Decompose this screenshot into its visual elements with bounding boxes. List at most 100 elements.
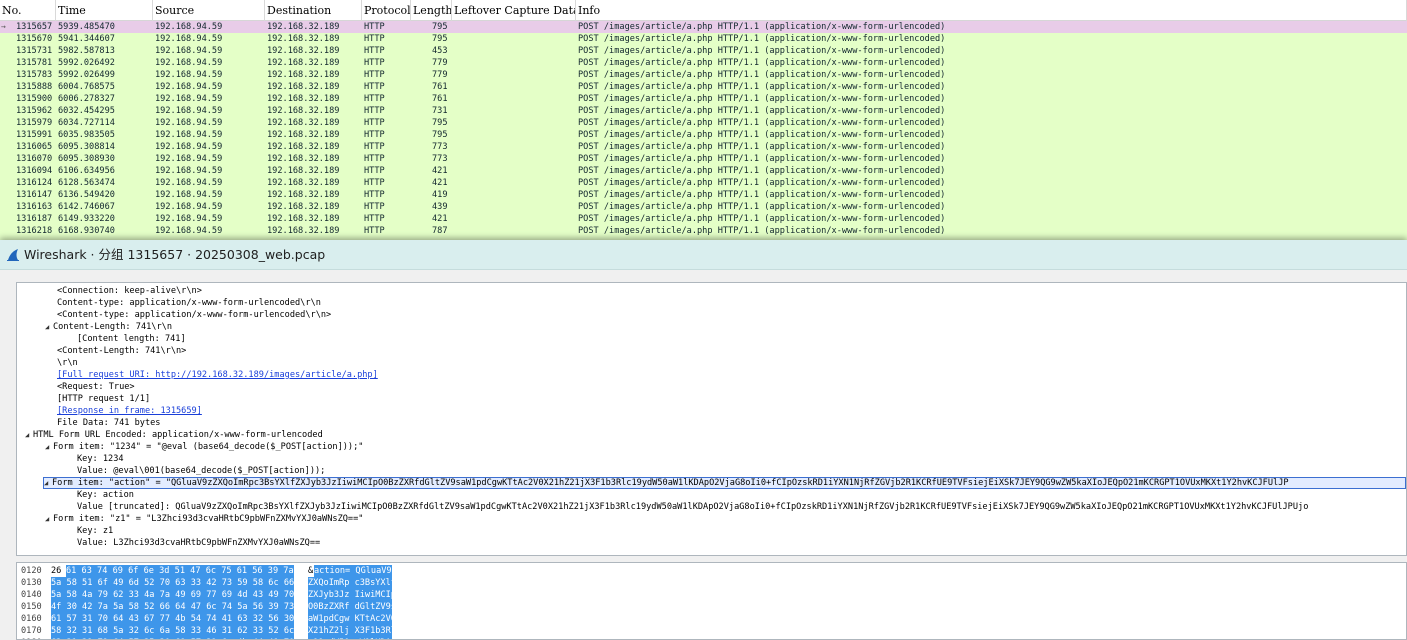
- column-header-leftover[interactable]: Leftover Capture Data: [452, 0, 576, 21]
- detail-row[interactable]: <Content-Length: 741\r\n>: [57, 345, 186, 357]
- packet-row[interactable]: 1315979 6034.727114 192.168.94.59 192.168.3…: [0, 117, 1407, 129]
- expand-twisty-icon[interactable]: ◢: [45, 513, 53, 525]
- column-header-destination[interactable]: Destination: [265, 0, 362, 21]
- packet-row[interactable]: 1315991 6035.983505 192.168.94.59 192.168.3…: [0, 129, 1407, 141]
- hex-ascii[interactable]: ZXQoImRp c3BsYXlf: [308, 577, 396, 589]
- packet-cell-source: 192.168.94.59: [155, 46, 223, 56]
- hex-row[interactable]: 0120 61 63 74 69 6f 6e 3d 51 47 6c 75 61 …: [17, 565, 1406, 577]
- detail-row[interactable]: ◢ Form item: "action" = "QGluaV9zZXQoImRp…: [43, 477, 1406, 489]
- detail-row[interactable]: <Connection: keep-alive\r\n>: [57, 285, 202, 297]
- packet-row[interactable]: 1316187 6149.933220 192.168.94.59 192.168.3…: [0, 213, 1407, 225]
- detail-row[interactable]: ◢ HTML Form URL Encoded: application/x-ww…: [25, 429, 323, 441]
- packet-cell-source: 192.168.94.59: [155, 106, 223, 116]
- packet-row[interactable]: → 1315657 5939.485470 192.168.94.59 192.168.…: [0, 21, 1407, 33]
- detail-row[interactable]: Key: action: [77, 489, 134, 501]
- hex-row[interactable]: 0140 5a 58 4a 79 62 33 4a 7a 49 69 77 69 …: [17, 589, 1406, 601]
- packet-row[interactable]: 1315888 6004.768575 192.168.94.59 192.168.3…: [0, 81, 1407, 93]
- detail-row[interactable]: Value: @eval\001(base64_decode($_POST[ac…: [77, 465, 325, 477]
- column-header-info[interactable]: Info: [576, 0, 1407, 21]
- hex-bytes[interactable]: 58 32 31 68 5a 32 6c 6a 58 33 46 31 62 3…: [51, 625, 294, 637]
- detail-row[interactable]: [Response in frame: 1315659]: [57, 405, 202, 417]
- packet-row[interactable]: 1315783 5992.026499 192.168.94.59 192.168.3…: [0, 69, 1407, 81]
- hex-row[interactable]: 0170 58 32 31 68 5a 32 6c 6a 58 33 46 31 …: [17, 625, 1406, 637]
- packet-cell-protocol: HTTP: [364, 70, 385, 80]
- packet-row[interactable]: 1316163 6142.746067 192.168.94.59 192.168.3…: [0, 201, 1407, 213]
- detail-row[interactable]: <Content-type: application/x-www-form-ur…: [57, 309, 331, 321]
- expand-twisty-icon[interactable]: ◢: [25, 429, 33, 441]
- packet-cell-time: 5941.344607: [58, 34, 115, 44]
- detail-row[interactable]: [Content length: 741]: [77, 333, 186, 345]
- packet-cell-info: POST /images/article/a.php HTTP/1.1 (app…: [578, 214, 946, 224]
- hex-row[interactable]: 0150 4f 30 42 7a 5a 58 52 66 64 47 6c 74 …: [17, 601, 1406, 613]
- packet-row[interactable]: 1315962 6032.454295 192.168.94.59 192.168.3…: [0, 105, 1407, 117]
- expand-twisty-icon[interactable]: ◢: [44, 478, 52, 488]
- packet-row[interactable]: 1315900 6006.278327 192.168.94.59 192.168.3…: [0, 93, 1407, 105]
- detail-row[interactable]: ◢ Form item: "z1" = "L3Zhci93d3cvaHRtbC9p…: [45, 513, 363, 525]
- packet-cell-protocol: HTTP: [364, 58, 385, 68]
- detail-row[interactable]: Value [truncated]: QGluaV9zZXQoImRpc3BsY…: [77, 501, 1308, 513]
- detail-link[interactable]: [Full request URI: http://192.168.32.189…: [57, 370, 378, 380]
- detail-row[interactable]: [Full request URI: http://192.168.32.189…: [57, 369, 378, 381]
- hex-ascii[interactable]: aW1pdCgw KTtAc2V0: [308, 613, 396, 625]
- expand-twisty-icon[interactable]: ◢: [45, 441, 53, 453]
- detail-text: <Content-Length: 741\r\n>: [57, 346, 187, 356]
- packet-row[interactable]: 1316218 6168.930740 192.168.94.59 192.168.3…: [0, 225, 1407, 237]
- detail-row[interactable]: <Request: True>: [57, 381, 135, 393]
- detail-row[interactable]: [HTTP request 1/1]: [57, 393, 150, 405]
- expand-twisty-icon[interactable]: ◢: [45, 321, 53, 333]
- packet-row[interactable]: 1315781 5992.026492 192.168.94.59 192.168.3…: [0, 57, 1407, 69]
- packet-cell-no: 1315657: [16, 22, 53, 32]
- hex-row[interactable]: 0130 5a 58 51 6f 49 6d 52 70 63 33 42 73 …: [17, 577, 1406, 589]
- packet-cell-destination: 192.168.32.189: [267, 82, 340, 92]
- packet-row[interactable]: 1315731 5982.587813 192.168.94.59 192.168.3…: [0, 45, 1407, 57]
- hex-ascii[interactable]: ZXJyb3Jz IiwiMCIp: [308, 589, 396, 601]
- packet-row[interactable]: 1316065 6095.308814 192.168.94.59 192.168.3…: [0, 141, 1407, 153]
- hex-offset: 0160: [21, 614, 42, 624]
- column-header-source[interactable]: Source: [153, 0, 265, 21]
- column-header-length[interactable]: Length: [411, 0, 452, 21]
- hex-ascii[interactable]: X21hZ2lj X3F1b3Rl: [308, 625, 396, 637]
- detail-row[interactable]: \r\n: [57, 357, 78, 369]
- column-header-no[interactable]: No.: [0, 0, 56, 21]
- packet-row[interactable]: 1316124 6128.563474 192.168.94.59 192.168.3…: [0, 177, 1407, 189]
- packet-cell-destination: 192.168.32.189: [267, 46, 340, 56]
- hex-bytes[interactable]: 61 63 74 69 6f 6e 3d 51 47 6c 75 61 56 3…: [66, 565, 294, 577]
- detail-row[interactable]: Key: 1234: [77, 453, 124, 465]
- packet-row[interactable]: 1316147 6136.549420 192.168.94.59 192.168.3…: [0, 189, 1407, 201]
- packet-cell-destination: 192.168.32.189: [267, 106, 340, 116]
- hex-ascii[interactable]: action= QGluaV9z: [314, 565, 397, 577]
- detail-row[interactable]: ◢ Content-Length: 741\r\n: [45, 321, 172, 333]
- hex-bytes[interactable]: 5a 58 51 6f 49 6d 52 70 63 33 42 73 59 5…: [51, 577, 294, 589]
- packet-list-rows[interactable]: → 1315657 5939.485470 192.168.94.59 192.168.…: [0, 21, 1407, 237]
- shark-fin-icon: [7, 249, 19, 261]
- hex-ascii[interactable]: O0BzZXRf dGltZV9s: [308, 601, 396, 613]
- packet-bytes-pane[interactable]: 0120 61 63 74 69 6f 6e 3d 51 47 6c 75 61 …: [16, 562, 1407, 640]
- packet-details-tree[interactable]: <Connection: keep-alive\r\n> Content-type…: [16, 282, 1407, 556]
- packet-row[interactable]: 1315670 5941.344607 192.168.94.59 192.168.3…: [0, 33, 1407, 45]
- packet-cell-time: 6095.308814: [58, 142, 115, 152]
- detail-row[interactable]: Value: L3Zhci93d3cvaHRtbC9pbWFnZXMvYXJ0a…: [77, 537, 320, 549]
- detail-row[interactable]: ◢ Form item: "1234" = "@eval (base64_deco…: [45, 441, 363, 453]
- hex-offset: 0140: [21, 590, 42, 600]
- detail-row[interactable]: File Data: 741 bytes: [57, 417, 160, 429]
- packet-row[interactable]: 1316094 6106.634956 192.168.94.59 192.168.3…: [0, 165, 1407, 177]
- hex-row[interactable]: 0160 61 57 31 70 64 43 67 77 4b 54 74 41 …: [17, 613, 1406, 625]
- packet-list[interactable]: No. Time Source Destination Protocol Length Le…: [0, 0, 1407, 240]
- dialog-titlebar[interactable]: Wireshark · 分组 1315657 · 20250308_web.pc…: [0, 240, 1407, 270]
- hex-bytes[interactable]: 61 57 31 70 64 43 67 77 4b 54 74 41 63 3…: [51, 613, 294, 625]
- detail-row[interactable]: Key: z1: [77, 525, 113, 537]
- packet-cell-no: 1316147: [16, 190, 53, 200]
- hex-ascii-first[interactable]: &: [308, 565, 314, 577]
- hex-first-byte[interactable]: 26: [51, 565, 64, 577]
- hex-bytes[interactable]: 4f 30 42 7a 5a 58 52 66 64 47 6c 74 5a 5…: [51, 601, 294, 613]
- packet-cell-destination: 192.168.32.189: [267, 22, 340, 32]
- packet-cell-destination: 192.168.32.189: [267, 202, 340, 212]
- column-header-protocol[interactable]: Protocol: [362, 0, 411, 21]
- column-header-time[interactable]: Time: [56, 0, 153, 21]
- detail-link[interactable]: [Response in frame: 1315659]: [57, 406, 202, 416]
- packet-cell-protocol: HTTP: [364, 130, 385, 140]
- detail-row[interactable]: Content-type: application/x-www-form-url…: [57, 297, 321, 309]
- packet-row[interactable]: 1316070 6095.308930 192.168.94.59 192.168.3…: [0, 153, 1407, 165]
- packet-cell-no: 1315888: [16, 82, 53, 92]
- hex-bytes[interactable]: 5a 58 4a 79 62 33 4a 7a 49 69 77 69 4d 4…: [51, 589, 294, 601]
